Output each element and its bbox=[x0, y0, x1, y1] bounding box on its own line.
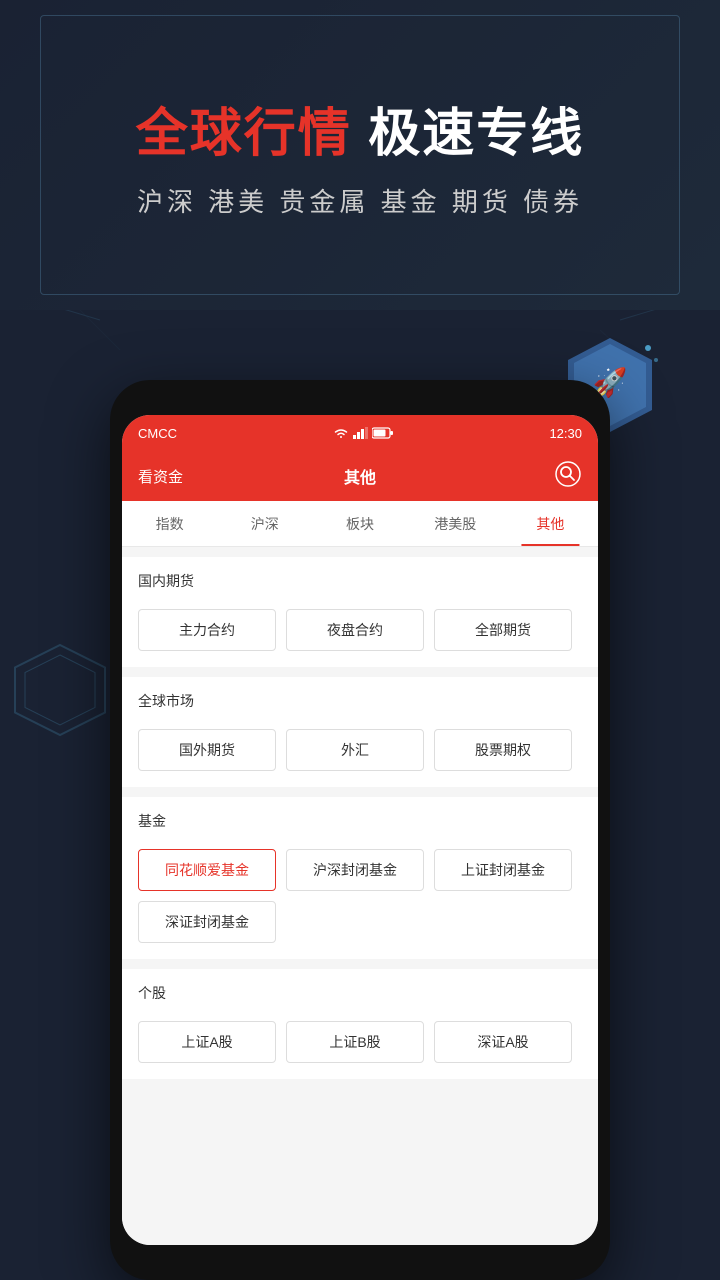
section-domestic-futures-buttons: 主力合约 夜盘合约 全部期货 bbox=[122, 601, 598, 667]
btn-quanbu-futures[interactable]: 全部期货 bbox=[434, 609, 572, 651]
btn-shenzheng-a[interactable]: 深证A股 bbox=[434, 1021, 572, 1063]
tab-index[interactable]: 指数 bbox=[122, 501, 217, 546]
app-header: 看资金 其他 bbox=[122, 451, 598, 501]
section-funds: 基金 同花顺爱基金 沪深封闭基金 上证封闭基金 深证封闭基金 bbox=[122, 797, 598, 959]
section-funds-buttons: 同花顺爱基金 沪深封闭基金 上证封闭基金 深证封闭基金 bbox=[122, 841, 598, 959]
status-time: 12:30 bbox=[549, 426, 582, 441]
header-center: 其他 bbox=[286, 464, 434, 488]
hex-left-svg bbox=[10, 640, 110, 740]
search-button[interactable] bbox=[554, 460, 582, 493]
carrier-text: CMCC bbox=[138, 426, 177, 441]
phone-screen: CMCC bbox=[122, 415, 598, 1245]
section-global-market-title: 全球市场 bbox=[122, 677, 598, 721]
battery-icon bbox=[372, 427, 394, 439]
header-center-label: 其他 bbox=[344, 470, 376, 487]
banner-title: 全球行情 极速专线 bbox=[136, 91, 584, 166]
btn-stock-options[interactable]: 股票期权 bbox=[434, 729, 572, 771]
btn-shenzheng-closed-fund[interactable]: 深证封闭基金 bbox=[138, 901, 276, 943]
tab-bankuai[interactable]: 板块 bbox=[312, 501, 407, 546]
btn-foreign-futures[interactable]: 国外期货 bbox=[138, 729, 276, 771]
signal-icon bbox=[353, 427, 368, 439]
phone-mockup: CMCC bbox=[110, 380, 610, 1280]
btn-yepan[interactable]: 夜盘合约 bbox=[286, 609, 424, 651]
banner-title-red: 全球行情 bbox=[136, 105, 352, 163]
content-area: 国内期货 主力合约 夜盘合约 全部期货 全球市场 国外期货 外汇 股票期权 基金 bbox=[122, 547, 598, 1245]
section-funds-title: 基金 bbox=[122, 797, 598, 841]
header-left: 看资金 bbox=[138, 466, 286, 487]
section-domestic-futures: 国内期货 主力合约 夜盘合约 全部期货 bbox=[122, 557, 598, 667]
btn-zhuli[interactable]: 主力合约 bbox=[138, 609, 276, 651]
banner: 全球行情 极速专线 沪深 港美 贵金属 基金 期货 债券 bbox=[0, 0, 720, 310]
search-icon bbox=[554, 460, 582, 488]
header-right bbox=[434, 460, 582, 493]
tab-hushen[interactable]: 沪深 bbox=[217, 501, 312, 546]
btn-shangzheng-closed-fund[interactable]: 上证封闭基金 bbox=[434, 849, 572, 891]
tab-gangmei[interactable]: 港美股 bbox=[408, 501, 503, 546]
tab-other[interactable]: 其他 bbox=[503, 501, 598, 546]
btn-tonghuashun-fund[interactable]: 同花顺爱基金 bbox=[138, 849, 276, 891]
banner-subtitle: 沪深 港美 贵金属 基金 期货 债券 bbox=[137, 182, 583, 219]
btn-shangzheng-a[interactable]: 上证A股 bbox=[138, 1021, 276, 1063]
section-domestic-futures-title: 国内期货 bbox=[122, 557, 598, 601]
section-global-market: 全球市场 国外期货 外汇 股票期权 bbox=[122, 677, 598, 787]
section-individual-stocks-title: 个股 bbox=[122, 969, 598, 1013]
btn-forex[interactable]: 外汇 bbox=[286, 729, 424, 771]
section-individual-stocks-buttons: 上证A股 上证B股 深证A股 bbox=[122, 1013, 598, 1079]
status-icons bbox=[333, 427, 394, 439]
status-bar: CMCC bbox=[122, 415, 598, 451]
tab-bar: 指数 沪深 板块 港美股 其他 bbox=[122, 501, 598, 547]
btn-hushen-closed-fund[interactable]: 沪深封闭基金 bbox=[286, 849, 424, 891]
header-left-label: 看资金 bbox=[138, 469, 183, 486]
btn-shangzheng-b[interactable]: 上证B股 bbox=[286, 1021, 424, 1063]
wifi-icon bbox=[333, 427, 349, 439]
banner-title-white: 极速专线 bbox=[352, 105, 584, 163]
section-global-market-buttons: 国外期货 外汇 股票期权 bbox=[122, 721, 598, 787]
section-individual-stocks: 个股 上证A股 上证B股 深证A股 bbox=[122, 969, 598, 1079]
